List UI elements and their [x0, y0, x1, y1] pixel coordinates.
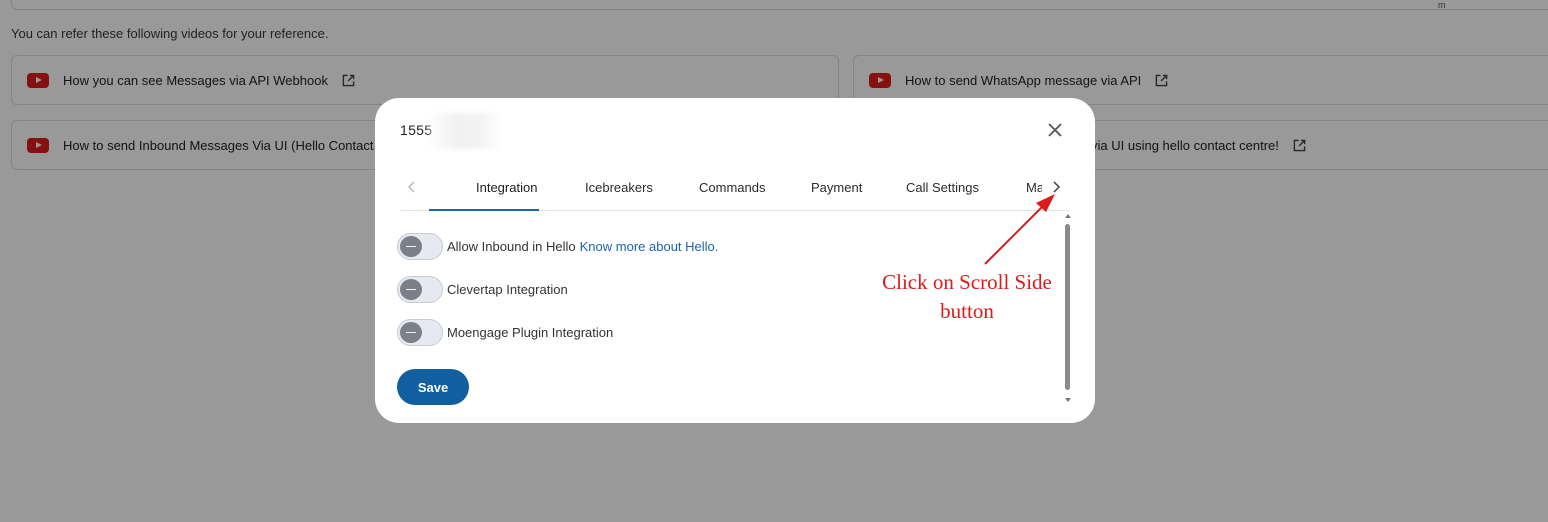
tab-call-settings[interactable]: Call Settings [906, 180, 979, 195]
scroll-up-arrow-icon[interactable] [1065, 214, 1071, 218]
toggle-knob [400, 322, 422, 343]
setting-clevertap: Clevertap Integration [397, 276, 568, 303]
toggle-knob [400, 279, 422, 300]
tab-payment[interactable]: Payment [811, 180, 862, 195]
settings-modal: 1555 Integration Icebreakers Commands Pa… [375, 98, 1095, 423]
active-tab-indicator [429, 209, 539, 211]
tabs-viewport: Integration Icebreakers Commands Payment… [430, 170, 1042, 211]
annotation-arrow-icon [984, 194, 1055, 265]
tab-bar: Integration Icebreakers Commands Payment… [400, 170, 1070, 211]
tab-integration[interactable]: Integration [476, 180, 537, 195]
allow-inbound-toggle[interactable] [397, 233, 443, 260]
save-button[interactable]: Save [397, 369, 469, 405]
setting-allow-inbound: Allow Inbound in Hello Know more about H… [397, 233, 718, 260]
know-more-link[interactable]: Know more about Hello. [580, 239, 719, 254]
moengage-toggle[interactable] [397, 319, 443, 346]
scroll-down-arrow-icon[interactable] [1065, 398, 1071, 402]
clevertap-toggle[interactable] [397, 276, 443, 303]
tab-icebreakers[interactable]: Icebreakers [585, 180, 653, 195]
setting-label: Moengage Plugin Integration [447, 325, 614, 340]
annotation-line-2: button [940, 299, 994, 323]
close-icon[interactable] [1047, 122, 1063, 138]
setting-moengage: Moengage Plugin Integration [397, 319, 613, 346]
setting-label: Allow Inbound in Hello [447, 239, 576, 254]
tab-commands[interactable]: Commands [699, 180, 765, 195]
toggle-knob [400, 236, 422, 257]
chevron-left-icon[interactable] [406, 180, 418, 194]
annotation-line-1: Click on Scroll Side [882, 270, 1052, 294]
annotation-text: Click on Scroll Side button [857, 268, 1077, 326]
setting-label: Clevertap Integration [447, 282, 568, 297]
redacted-number-blur [427, 113, 503, 149]
